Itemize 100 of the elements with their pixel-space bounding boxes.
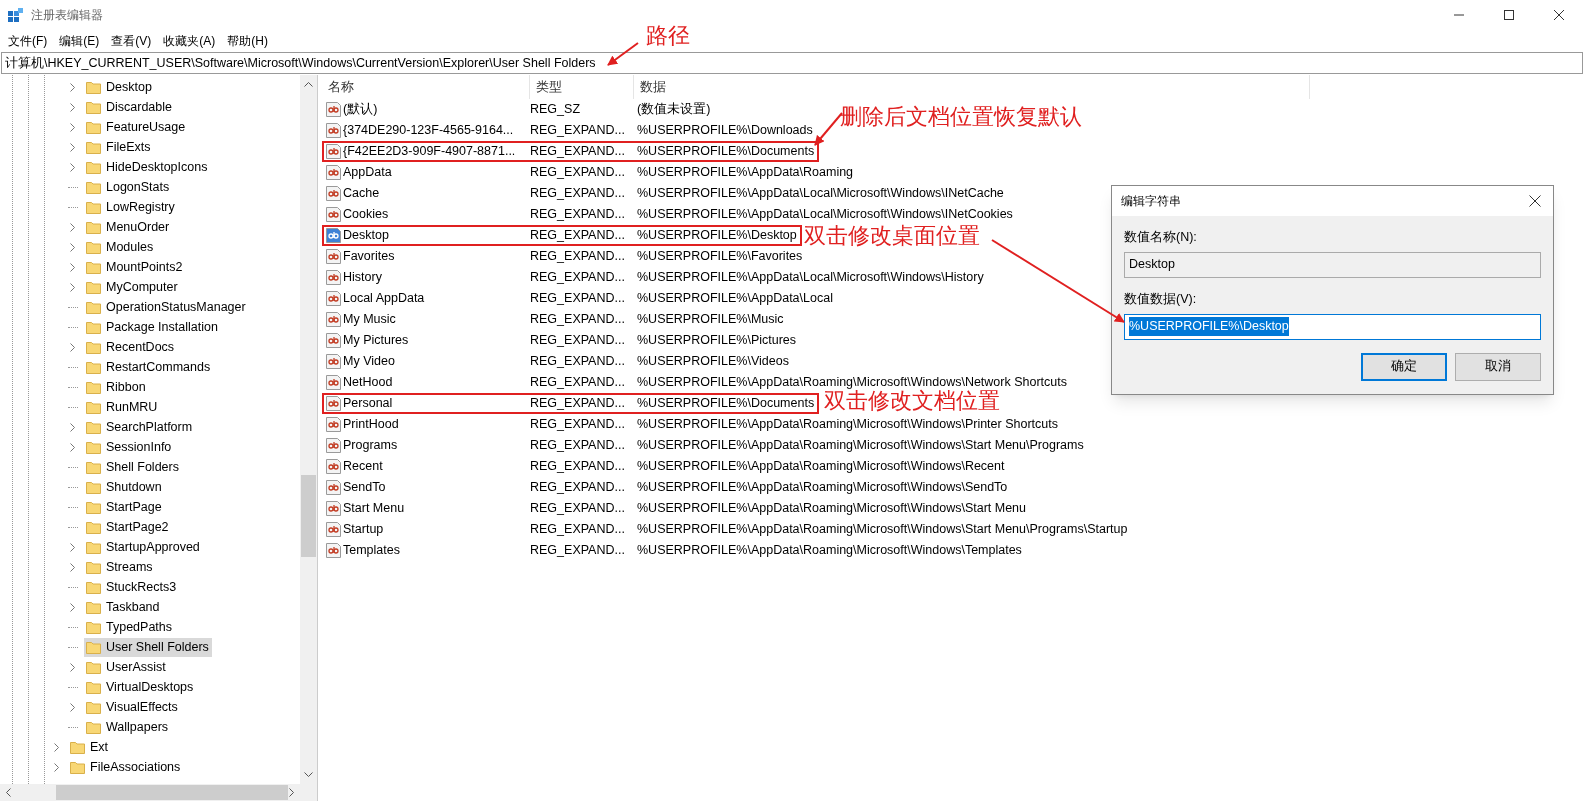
column-header[interactable]: 类型 [530, 75, 634, 99]
folder-icon [70, 740, 85, 754]
menu-item[interactable]: 收藏夹(A) [157, 32, 222, 50]
value-row[interactable]: History REG_EXPAND... %USERPROFILE%\AppData\Local\Microsoft\Windows\History [322, 267, 989, 288]
value-row[interactable]: {374DE290-123F-4565-9164... REG_EXPAND... %USERPROFILE%\Downloads [322, 120, 818, 141]
value-row[interactable]: My Pictures REG_EXPAND... %USERPROFILE%\Pictures [322, 330, 802, 351]
tree-item[interactable]: Desktop [84, 77, 155, 97]
value-row[interactable]: Local AppData REG_EXPAND... %USERPROFILE%\AppData\Local [322, 288, 838, 309]
tree-item[interactable]: SessionInfo [84, 437, 175, 457]
table-cell-text: REG_EXPAND... [529, 542, 626, 560]
tree-item[interactable]: OperationStatusManager [84, 297, 249, 317]
tree-item[interactable]: Streams [84, 557, 156, 577]
address-bar[interactable]: 计算机\HKEY_CURRENT_USER\Software\Microsoft\Windows\CurrentVersion\Explorer\User Shell Folders [1, 52, 1583, 74]
data-field[interactable]: %USERPROFILE%\Desktop [1124, 313, 1541, 340]
tree-item[interactable]: LowRegistry [84, 197, 178, 217]
tree-item[interactable]: Modules [84, 237, 157, 257]
menu-item[interactable]: 编辑(E) [53, 32, 106, 50]
scroll-right-icon[interactable] [289, 788, 295, 797]
tree-item[interactable]: FileAssociations [68, 757, 184, 777]
tree-item[interactable]: Package Installation [84, 317, 221, 337]
table-cell-text: REG_EXPAND... [529, 122, 626, 140]
tree-item[interactable]: RecentDocs [84, 337, 178, 357]
scroll-left-icon[interactable] [5, 788, 11, 797]
column-header[interactable]: 名称 [322, 75, 530, 99]
tree-item[interactable]: HideDesktopIcons [84, 157, 211, 177]
table-cell-text: REG_EXPAND... [529, 353, 626, 371]
table-cell-text: REG_EXPAND... [529, 227, 626, 245]
table-cell-text: %USERPROFILE%\Pictures [636, 332, 798, 350]
tree-item[interactable]: Ext [68, 737, 112, 757]
scroll-thumb[interactable] [301, 475, 316, 557]
expand-chevron-icon[interactable] [70, 602, 76, 612]
tree-item[interactable]: StartPage [84, 497, 165, 517]
tree-item[interactable]: RestartCommands [84, 357, 214, 377]
scroll-down-icon[interactable] [304, 772, 313, 778]
menu-item[interactable]: 帮助(H) [221, 32, 274, 50]
tree-item[interactable]: SearchPlatform [84, 417, 196, 437]
scroll-thumb[interactable] [56, 785, 288, 800]
value-row[interactable]: (默认) REG_SZ (数值未设置) [322, 99, 716, 120]
tree-item[interactable]: TypedPaths [84, 617, 175, 637]
table-cell-text: My Pictures [343, 332, 409, 350]
tree-item[interactable]: MenuOrder [84, 217, 173, 237]
value-row[interactable]: Recent REG_EXPAND... %USERPROFILE%\AppData\Roaming\Microsoft\Windows\Recent [322, 456, 1010, 477]
dialog-button[interactable]: 取消 [1455, 352, 1541, 381]
value-row[interactable]: My Music REG_EXPAND... %USERPROFILE%\Music [322, 309, 789, 330]
expand-chevron-icon[interactable] [70, 342, 76, 352]
value-row[interactable]: Desktop REG_EXPAND... %USERPROFILE%\Desktop [322, 225, 802, 246]
value-row[interactable]: Cache REG_EXPAND... %USERPROFILE%\AppData\Local\Microsoft\Windows\INetCache [322, 183, 1009, 204]
folder-icon [86, 180, 101, 194]
table-cell-text: REG_EXPAND... [529, 248, 626, 266]
tree-item[interactable]: VisualEffects [84, 697, 181, 717]
menu-item[interactable]: 查看(V) [105, 32, 158, 50]
folder-icon [86, 660, 101, 674]
folder-icon [86, 260, 101, 274]
table-cell-text: %USERPROFILE%\AppData\Roaming\Microsoft\Windows\Start Menu\Programs\Startup [636, 521, 1129, 539]
value-row[interactable]: AppData REG_EXPAND... %USERPROFILE%\AppData\Roaming [322, 162, 859, 183]
tree-item[interactable]: Wallpapers [84, 717, 172, 737]
value-row[interactable]: Personal REG_EXPAND... %USERPROFILE%\Documents [322, 393, 820, 414]
close-icon[interactable] [1554, 10, 1564, 20]
folder-icon [86, 560, 101, 574]
tree-item[interactable]: Discardable [84, 97, 175, 117]
tree-item[interactable]: UserAssist [84, 657, 169, 677]
value-row[interactable]: My Video REG_EXPAND... %USERPROFILE%\Videos [322, 351, 794, 372]
folder-icon [86, 580, 101, 594]
expand-chevron-icon[interactable] [70, 702, 76, 712]
tree-item[interactable]: Taskband [84, 597, 163, 617]
expand-chevron-icon[interactable] [70, 662, 76, 672]
tree-item[interactable]: User Shell Folders [84, 637, 212, 657]
tree-item[interactable]: MountPoints2 [84, 257, 186, 277]
dialog-button[interactable]: 确定 [1361, 352, 1447, 381]
value-row[interactable]: Templates REG_EXPAND... %USERPROFILE%\AppData\Roaming\Microsoft\Windows\Templates [322, 540, 1027, 561]
tree-item[interactable]: Ribbon [84, 377, 149, 397]
value-row[interactable]: Start Menu REG_EXPAND... %USERPROFILE%\AppData\Roaming\Microsoft\Windows\Start Menu [322, 498, 1032, 519]
vertical-scrollbar[interactable] [300, 75, 317, 784]
column-header[interactable]: 数据 [634, 75, 1310, 99]
tree-item[interactable]: FileExts [84, 137, 154, 157]
tree-item[interactable]: FeatureUsage [84, 117, 189, 137]
menu-item[interactable]: 文件(F) [2, 32, 54, 50]
value-row[interactable]: {F42EE2D3-909F-4907-8871... REG_EXPAND... %USERPROFILE%\Documents [322, 141, 820, 162]
tree-item[interactable]: MyComputer [84, 277, 181, 297]
tree-item[interactable]: RunMRU [84, 397, 161, 417]
maximize-icon[interactable] [1504, 10, 1514, 20]
value-row[interactable]: SendTo REG_EXPAND... %USERPROFILE%\AppData\Roaming\Microsoft\Windows\SendTo [322, 477, 1013, 498]
table-cell-text: REG_EXPAND... [529, 332, 626, 350]
tree-item[interactable]: LogonStats [84, 177, 173, 197]
value-row[interactable]: Cookies REG_EXPAND... %USERPROFILE%\AppData\Local\Microsoft\Windows\INetCookies [322, 204, 1018, 225]
value-row[interactable]: Startup REG_EXPAND... %USERPROFILE%\AppData\Roaming\Microsoft\Windows\Start Menu\Programs\Startup [322, 519, 1133, 540]
tree-item[interactable]: StartupApproved [84, 537, 203, 557]
tree-item[interactable]: StartPage2 [84, 517, 172, 537]
table-cell-text: Cookies [343, 206, 389, 224]
scroll-up-icon[interactable] [304, 81, 313, 87]
tree-item[interactable]: StuckRects3 [84, 577, 180, 597]
tree-item[interactable]: Shutdown [84, 477, 165, 497]
horizontal-scrollbar[interactable] [0, 784, 317, 801]
tree-item[interactable]: Shell Folders [84, 457, 182, 477]
name-field[interactable]: Desktop [1124, 251, 1541, 278]
value-row[interactable]: PrintHood REG_EXPAND... %USERPROFILE%\AppData\Roaming\Microsoft\Windows\Printer Shortcuts [322, 414, 1063, 435]
value-row[interactable]: Programs REG_EXPAND... %USERPROFILE%\AppData\Roaming\Microsoft\Windows\Start Menu\Programs [322, 435, 1089, 456]
table-cell-text: REG_EXPAND... [529, 185, 626, 203]
tree-item[interactable]: VirtualDesktops [84, 677, 197, 697]
close-icon[interactable] [1529, 195, 1541, 207]
